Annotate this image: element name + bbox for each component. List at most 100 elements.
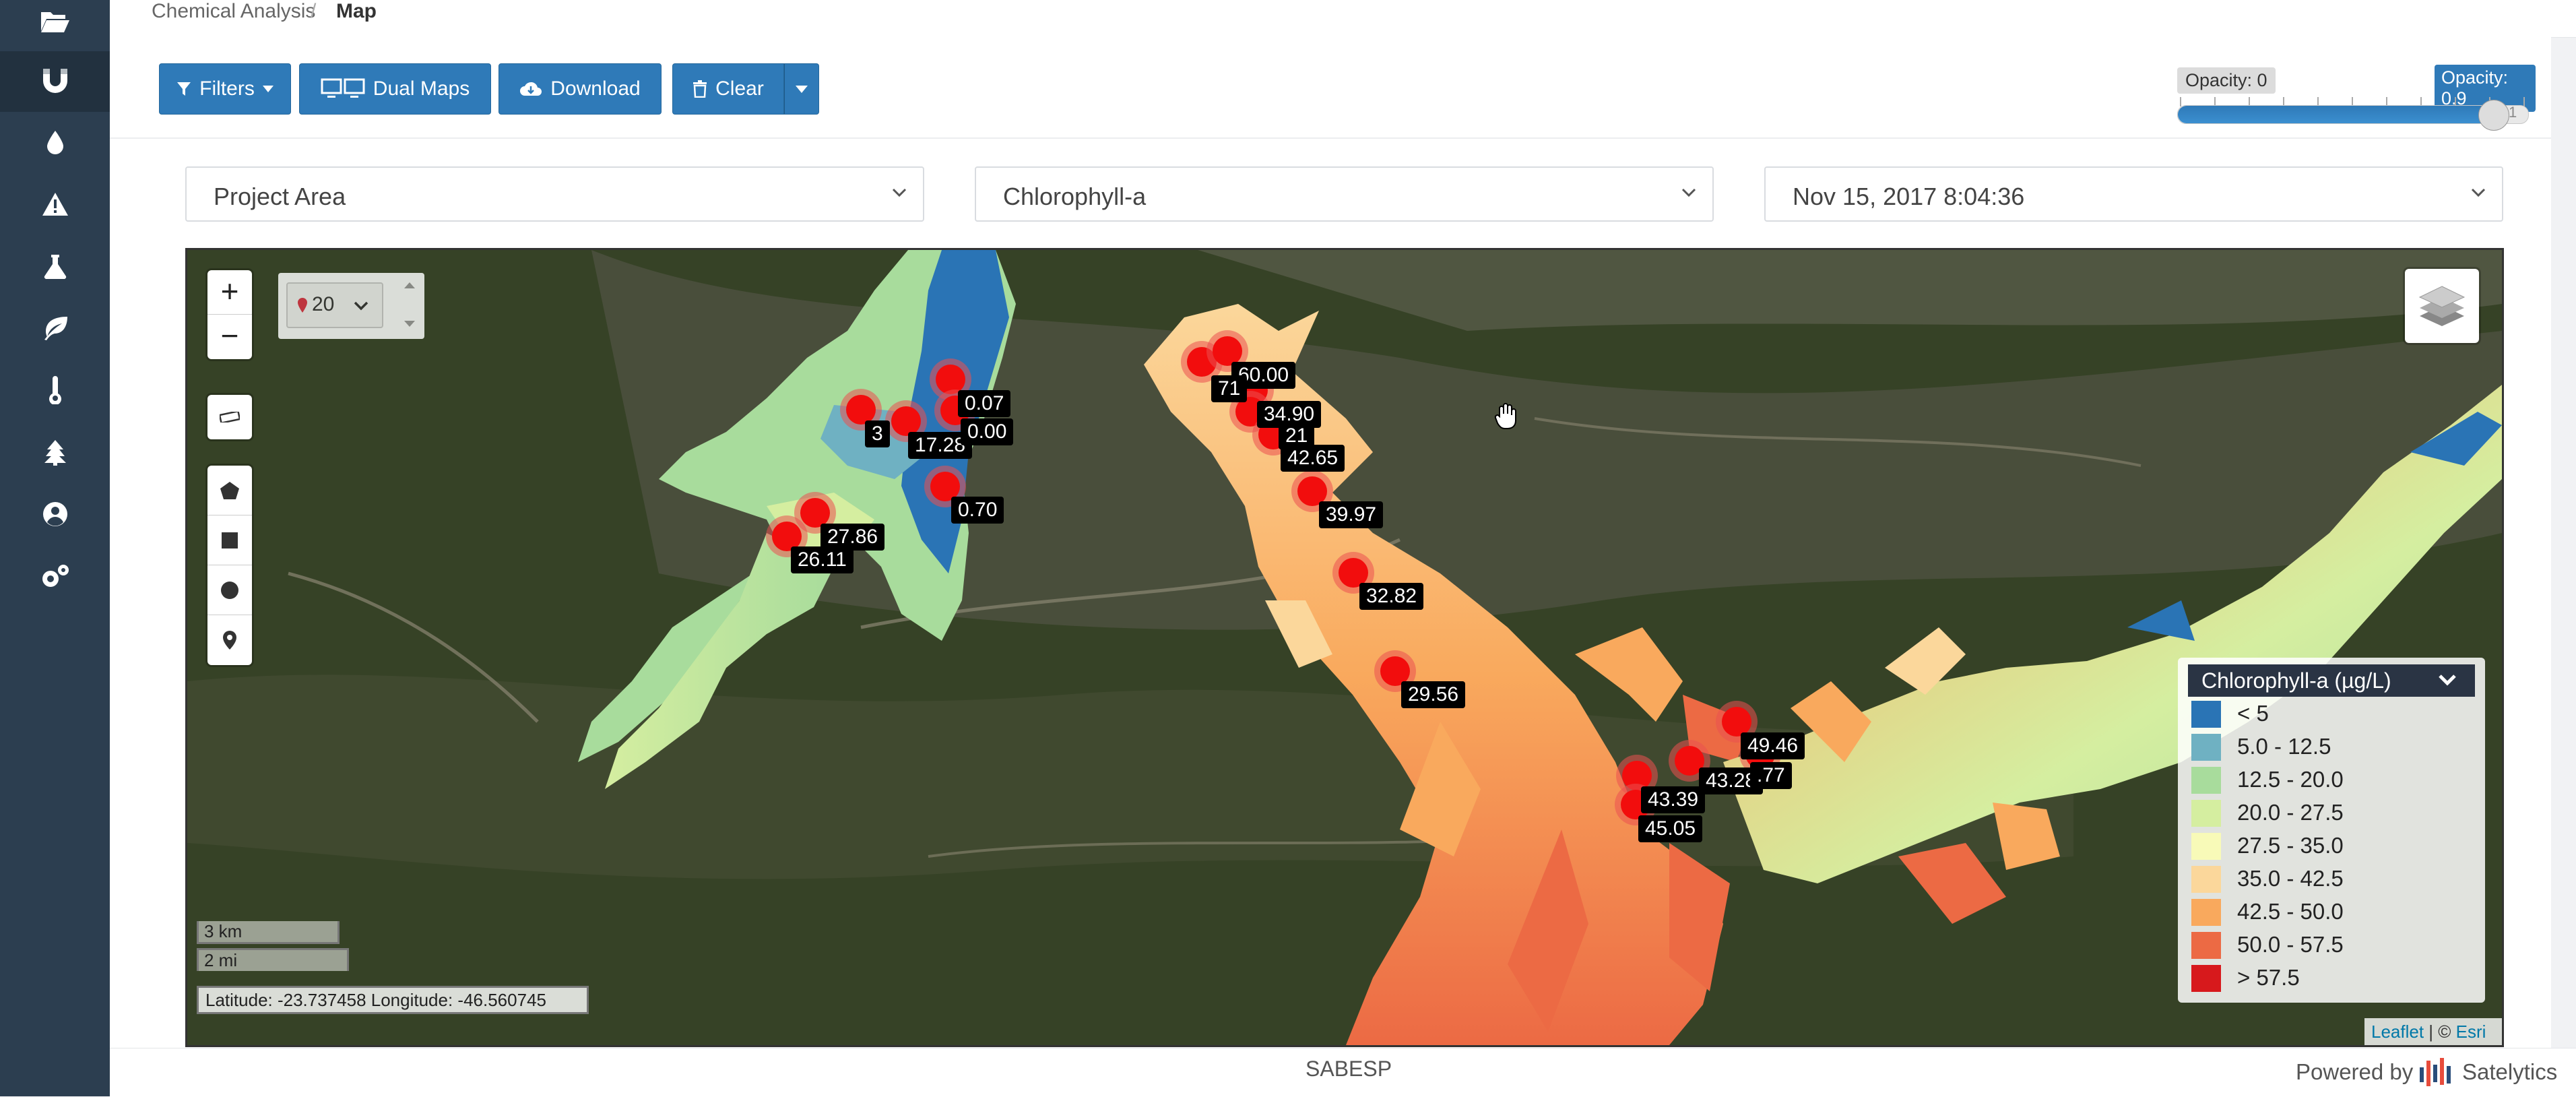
- attribution-leaflet-link[interactable]: Leaflet: [2371, 1022, 2424, 1042]
- legend-label: 50.0 - 57.5: [2237, 932, 2344, 957]
- draw-marker-button[interactable]: [207, 615, 252, 665]
- dual-monitor-icon: [321, 78, 365, 98]
- sidebar-item-folders[interactable]: [0, 0, 110, 51]
- legend-title: Chlorophyll-a (µg/L): [2201, 668, 2391, 693]
- warning-icon: [42, 193, 68, 216]
- sidebar-item-settings[interactable]: [0, 546, 110, 606]
- measure-button[interactable]: [207, 395, 252, 439]
- stepper-down-icon[interactable]: [404, 320, 416, 328]
- zoom-out-button[interactable]: −: [207, 315, 252, 359]
- filters-button[interactable]: Filters: [159, 63, 291, 115]
- attribution-separator: | ©: [2424, 1022, 2456, 1042]
- attribution-esri-link[interactable]: Esri: [2456, 1022, 2486, 1042]
- date-select[interactable]: Nov 15, 2017 8:04:36: [1764, 166, 2503, 222]
- scale-bar-km: 3 km: [197, 921, 340, 944]
- flask-icon: [44, 255, 66, 279]
- sidebar-item-account[interactable]: [0, 484, 110, 544]
- legend-swatch: [2191, 899, 2221, 926]
- sample-value-label: 0.07: [958, 390, 1011, 417]
- scale-bar-mi: 2 mi: [197, 948, 349, 971]
- opacity-min-label: Opacity: 0: [2177, 67, 2276, 94]
- legend-swatch: [2191, 866, 2221, 893]
- date-select-value: Nov 15, 2017 8:04:36: [1793, 183, 2025, 210]
- legend-item: 12.5 - 20.0: [2191, 764, 2474, 794]
- chevron-down-icon: [2439, 675, 2456, 686]
- sample-value-label: 0.00: [961, 418, 1014, 445]
- map-legend: Chlorophyll-a (µg/L) < 5 5.0 - 12.5 12.5…: [2178, 658, 2485, 1003]
- caret-down-icon: [796, 85, 808, 93]
- legend-item: 20.0 - 27.5: [2191, 797, 2474, 827]
- layers-icon: [2418, 286, 2466, 326]
- legend-label: > 57.5: [2237, 965, 2300, 990]
- draw-circle-button[interactable]: [207, 565, 252, 615]
- sidebar: [0, 0, 110, 1096]
- parameter-select[interactable]: Chlorophyll-a: [975, 166, 1714, 222]
- dual-maps-button[interactable]: Dual Maps: [299, 63, 491, 115]
- cloud-download-icon: [520, 82, 542, 96]
- coordinates-readout: Latitude: -23.737458 Longitude: -46.5607…: [197, 986, 589, 1014]
- map-pin-icon: [298, 298, 307, 313]
- legend-label: 42.5 - 50.0: [2237, 899, 2344, 924]
- sidebar-item-forest[interactable]: [0, 422, 110, 482]
- legend-item: 50.0 - 57.5: [2191, 929, 2474, 959]
- legend-swatch: [2191, 800, 2221, 827]
- stepper-up-icon[interactable]: [404, 281, 416, 289]
- legend-label: 12.5 - 20.0: [2237, 767, 2344, 792]
- thermometer-icon: [49, 376, 61, 404]
- sidebar-item-alerts[interactable]: [0, 174, 110, 234]
- sample-value-label: 42.65: [1281, 445, 1345, 472]
- draw-toolbar: [207, 466, 252, 665]
- legend-item: < 5: [2191, 698, 2474, 728]
- download-label: Download: [550, 77, 641, 100]
- download-button[interactable]: Download: [498, 63, 662, 115]
- dual-maps-label: Dual Maps: [373, 77, 470, 100]
- legend-swatch: [2191, 932, 2221, 959]
- legend-header[interactable]: Chlorophyll-a (µg/L): [2188, 664, 2475, 697]
- marker-count-select[interactable]: 20: [286, 282, 383, 328]
- layers-button[interactable]: [2405, 269, 2479, 343]
- map-view[interactable]: + − 20 60.00 71 34.90 21 42.65 39.97 32.…: [185, 248, 2504, 1047]
- area-select[interactable]: Project Area: [185, 166, 924, 222]
- sample-value-label: 43.39: [1641, 786, 1706, 813]
- zoom-in-button[interactable]: +: [207, 270, 252, 315]
- draw-polygon-button[interactable]: [207, 466, 252, 515]
- legend-swatch: [2191, 833, 2221, 860]
- filter-icon: [177, 82, 191, 96]
- parameter-select-value: Chlorophyll-a: [1003, 183, 1147, 210]
- sample-value-label: 26.11: [791, 546, 854, 573]
- area-select-value: Project Area: [214, 183, 346, 210]
- clear-options-dropdown[interactable]: [784, 63, 819, 115]
- square-icon: [222, 532, 238, 548]
- sidebar-item-vegetation[interactable]: [0, 298, 110, 358]
- sidebar-item-temperature[interactable]: [0, 360, 110, 420]
- sidebar-item-lab[interactable]: [0, 236, 110, 296]
- opacity-max-label: 1: [2509, 104, 2517, 121]
- legend-label: 5.0 - 12.5: [2237, 734, 2331, 759]
- folder-open-icon: [40, 12, 69, 32]
- draw-rectangle-button[interactable]: [207, 515, 252, 565]
- sample-value-label: 39.97: [1319, 501, 1384, 528]
- user-circle-icon: [42, 502, 67, 526]
- sidebar-item-chemical-analysis[interactable]: [0, 51, 110, 112]
- legend-item: 42.5 - 50.0: [2191, 896, 2474, 926]
- breadcrumb-chemical-analysis[interactable]: Chemical Analysis: [152, 0, 315, 23]
- legend-item: > 57.5: [2191, 962, 2474, 992]
- opacity-slider[interactable]: Opacity: 0 Opacity: 0.9 1: [2172, 62, 2536, 136]
- legend-swatch: [2191, 965, 2221, 992]
- footer: SABESP Powered by Satelytics: [110, 1048, 2576, 1097]
- legend-label: 20.0 - 27.5: [2237, 800, 2344, 825]
- sample-value-label: 71: [1211, 375, 1248, 402]
- gears-icon: [42, 565, 69, 587]
- opacity-handle[interactable]: [2478, 100, 2509, 131]
- opacity-fill: [2178, 106, 2493, 123]
- marker-count-control: 20: [278, 273, 424, 339]
- breadcrumb-separator: /: [311, 0, 317, 22]
- legend-label: 27.5 - 35.0: [2237, 833, 2344, 858]
- sidebar-item-water[interactable]: [0, 112, 110, 173]
- legend-swatch: [2191, 767, 2221, 794]
- ruler-icon: [220, 412, 240, 422]
- clear-label: Clear: [715, 77, 764, 100]
- legend-label: < 5: [2237, 701, 2269, 726]
- satelytics-logo-icon: [2420, 1058, 2451, 1086]
- clear-button[interactable]: Clear: [672, 63, 784, 115]
